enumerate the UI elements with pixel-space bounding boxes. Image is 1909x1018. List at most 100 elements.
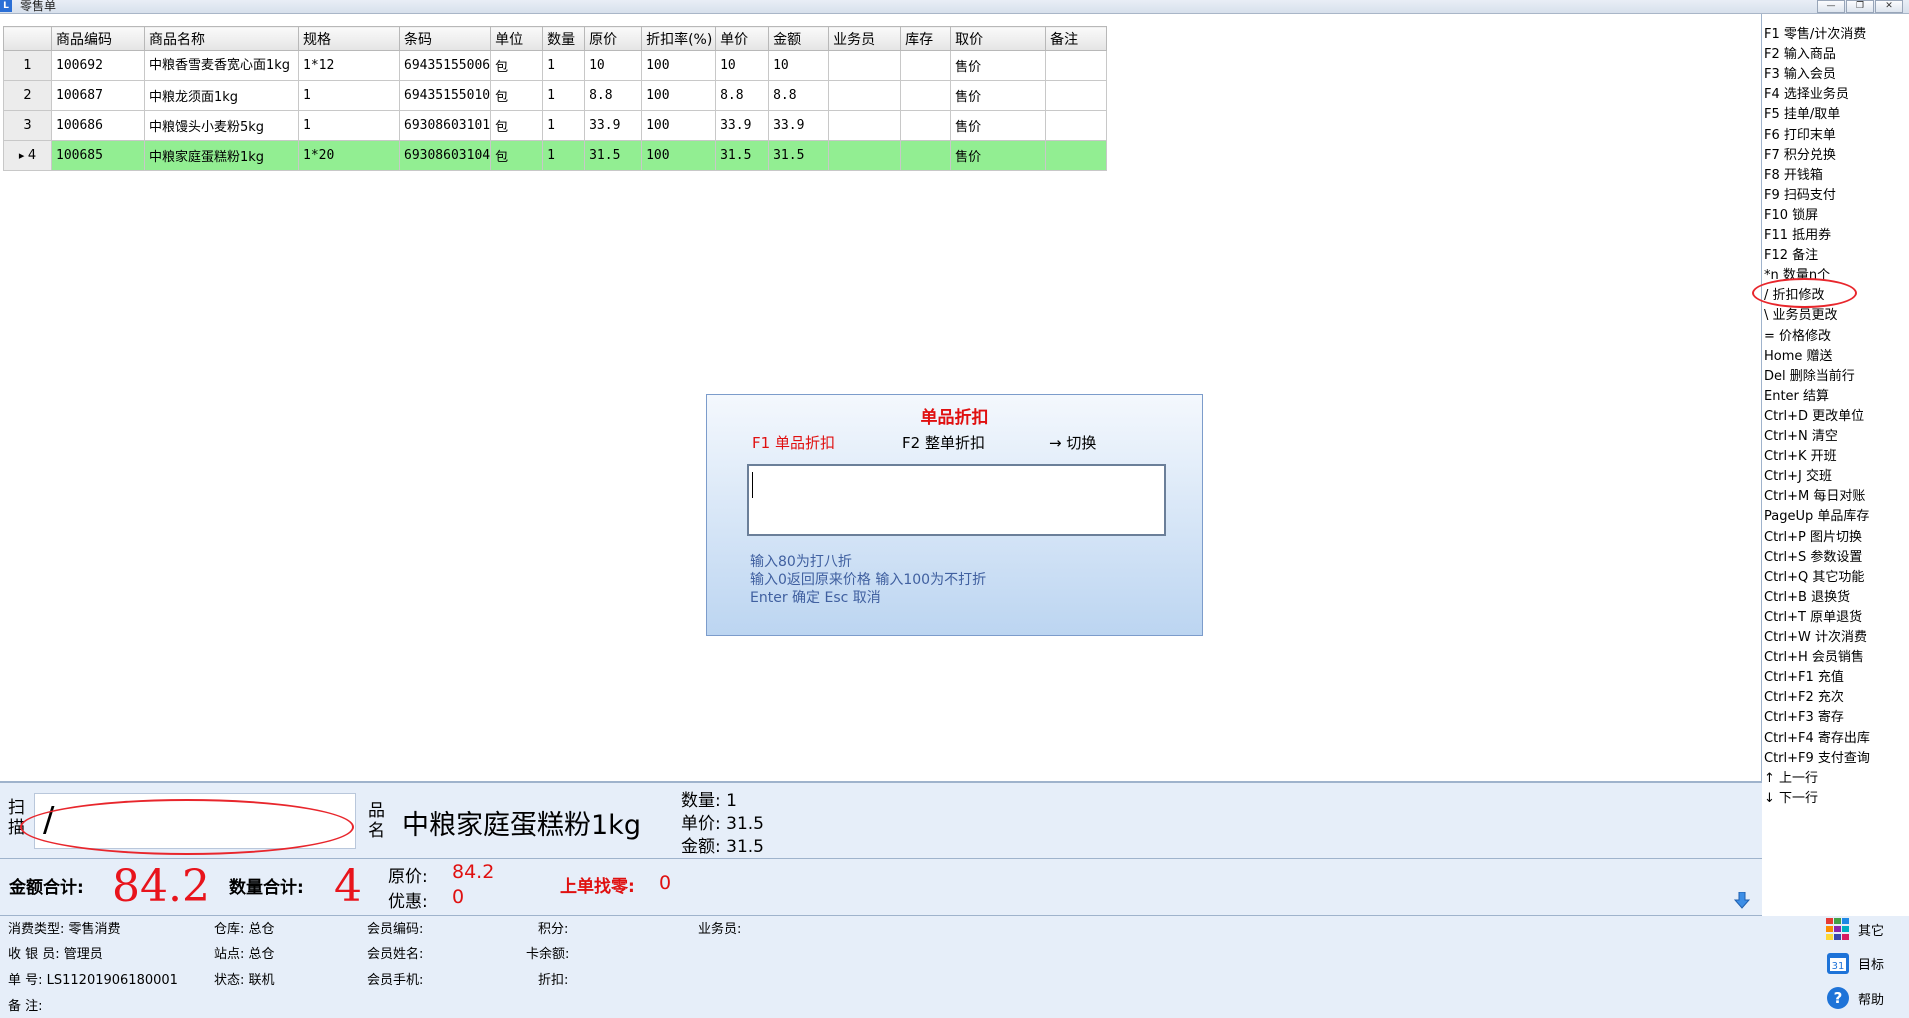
shortcut-item[interactable]: Ctrl+T 原单退货 [1764, 610, 1862, 626]
restore-button[interactable]: ❐ [1846, 0, 1874, 13]
cell-code[interactable]: 100686 [51, 110, 145, 141]
cell-orig[interactable]: 31.5 [584, 140, 643, 171]
help-button[interactable]: ? 帮助 [1826, 986, 1884, 1010]
shortcut-item[interactable]: = 价格修改 [1764, 329, 1831, 345]
close-button[interactable]: ✕ [1875, 0, 1903, 13]
shortcut-item[interactable]: F3 输入会员 [1764, 67, 1836, 83]
shortcut-item[interactable]: F7 积分兑换 [1764, 148, 1836, 164]
shortcut-item[interactable]: Enter 结算 [1764, 389, 1829, 405]
shortcut-item[interactable]: Ctrl+Q 其它功能 [1764, 570, 1864, 586]
shortcut-item[interactable]: Ctrl+F2 充次 [1764, 690, 1844, 706]
cell-spec[interactable]: 1 [298, 110, 400, 141]
cell-pricing[interactable]: 售价 [950, 140, 1047, 171]
shortcut-item[interactable]: Ctrl+B 退换货 [1764, 590, 1850, 606]
shortcut-item[interactable]: Ctrl+H 会员销售 [1764, 650, 1864, 666]
shortcut-item[interactable]: Ctrl+K 开班 [1764, 449, 1837, 465]
table-row[interactable]: 2 100687 中粮龙须面1kg 1 69435155010 包 1 8.8 100 8.8 8.… [3, 80, 1108, 111]
cell-amount[interactable]: 31.5 [768, 140, 830, 171]
cell-note[interactable] [1045, 80, 1108, 111]
target-button[interactable]: 31 目标 [1826, 951, 1884, 975]
table-row[interactable]: 3 100686 中粮馒头小麦粉5kg 1 69308603101 包 1 33.9 100 33… [3, 110, 1108, 141]
column-header[interactable]: 规格 [298, 26, 400, 51]
cell-note[interactable] [1045, 50, 1108, 81]
scan-input[interactable]: / [34, 793, 356, 849]
column-header[interactable]: 条码 [398, 26, 492, 51]
cell-qty[interactable]: 1 [542, 80, 586, 111]
cell-price[interactable]: 33.9 [715, 110, 770, 141]
shortcut-item[interactable]: Ctrl+F3 寄存 [1764, 710, 1844, 726]
shortcut-item[interactable]: Ctrl+P 图片切换 [1764, 530, 1862, 546]
cell-disc[interactable]: 100 [641, 50, 717, 81]
column-header[interactable]: 备注 [1045, 26, 1108, 51]
row-number[interactable]: 3 [3, 110, 52, 141]
cell-spec[interactable]: 1 [298, 80, 400, 111]
cell-amount[interactable]: 10 [768, 50, 830, 81]
shortcut-item[interactable]: F4 选择业务员 [1764, 87, 1849, 103]
row-number[interactable]: ▸ 4 [3, 140, 52, 171]
shortcut-item[interactable]: Ctrl+M 每日对账 [1764, 489, 1865, 505]
cell-unit[interactable]: 包 [490, 110, 544, 141]
shortcut-item[interactable]: *n 数量n个 [1764, 268, 1830, 284]
collapse-arrow-icon[interactable] [1734, 892, 1750, 910]
cell-disc[interactable]: 100 [641, 140, 717, 171]
cell-qty[interactable]: 1 [542, 140, 586, 171]
column-header[interactable]: 原价 [584, 26, 643, 51]
cell-qty[interactable]: 1 [542, 110, 586, 141]
column-header[interactable]: 商品名称 [144, 26, 299, 51]
cell-price[interactable]: 8.8 [715, 80, 770, 111]
cell-disc[interactable]: 100 [641, 80, 717, 111]
cell-amount[interactable]: 8.8 [768, 80, 830, 111]
table-row[interactable]: 1 100692 中粮香雪麦香宽心面1kg 1*12 69435155006 包 1 10 10… [3, 50, 1108, 81]
table-row[interactable]: ▸ 4 100685 中粮家庭蛋糕粉1kg 1*20 69308603104 包 1 31.5… [3, 140, 1108, 171]
shortcut-item[interactable]: F1 零售/计次消费 [1764, 27, 1866, 43]
shortcut-item[interactable]: F9 扫码支付 [1764, 188, 1836, 204]
shortcut-item[interactable]: Del 删除当前行 [1764, 369, 1855, 385]
cell-barcode[interactable]: 69435155006 [398, 50, 492, 81]
shortcut-item[interactable]: Ctrl+J 交班 [1764, 469, 1832, 485]
column-header[interactable]: 单位 [490, 26, 544, 51]
shortcut-item[interactable]: ↓ 下一行 [1764, 791, 1818, 807]
shortcut-item[interactable]: Home 赠送 [1764, 349, 1833, 365]
shortcut-item[interactable]: F6 打印末单 [1764, 128, 1836, 144]
cell-amount[interactable]: 33.9 [768, 110, 830, 141]
column-header[interactable]: 取价 [950, 26, 1047, 51]
cell-note[interactable] [1045, 110, 1108, 141]
shortcut-item[interactable]: Ctrl+N 清空 [1764, 429, 1838, 445]
shortcut-item[interactable]: Ctrl+F4 寄存出库 [1764, 731, 1870, 747]
row-number[interactable]: 1 [3, 50, 52, 81]
column-header[interactable]: 单价 [715, 26, 770, 51]
cell-stock[interactable] [900, 50, 952, 81]
shortcut-item[interactable]: F8 开钱箱 [1764, 168, 1823, 184]
shortcut-item[interactable]: Ctrl+F1 充值 [1764, 670, 1844, 686]
shortcut-item[interactable]: Ctrl+D 更改单位 [1764, 409, 1864, 425]
other-button[interactable]: 其它 [1826, 918, 1884, 940]
cell-salesman[interactable] [828, 80, 902, 111]
shortcut-item[interactable]: F11 抵用券 [1764, 228, 1831, 244]
cell-disc[interactable]: 100 [641, 110, 717, 141]
shortcut-item[interactable]: F5 挂单/取单 [1764, 107, 1840, 123]
cell-note[interactable] [1045, 140, 1108, 171]
shortcut-item[interactable]: F12 备注 [1764, 248, 1818, 264]
shortcut-item[interactable]: ↑ 上一行 [1764, 771, 1818, 787]
cell-name[interactable]: 中粮家庭蛋糕粉1kg [144, 140, 299, 171]
cell-name[interactable]: 中粮馒头小麦粉5kg [144, 110, 299, 141]
column-header[interactable]: 业务员 [828, 26, 902, 51]
shortcut-item[interactable]: F2 输入商品 [1764, 47, 1836, 63]
cell-salesman[interactable] [828, 50, 902, 81]
cell-unit[interactable]: 包 [490, 140, 544, 171]
row-number[interactable]: 2 [3, 80, 52, 111]
cell-qty[interactable]: 1 [542, 50, 586, 81]
shortcut-item[interactable]: \ 业务员更改 [1764, 308, 1838, 324]
cell-name[interactable]: 中粮龙须面1kg [144, 80, 299, 111]
cell-salesman[interactable] [828, 140, 902, 171]
cell-pricing[interactable]: 售价 [950, 110, 1047, 141]
tab-item-discount[interactable]: F1 单品折扣 [752, 432, 835, 453]
cell-pricing[interactable]: 售价 [950, 80, 1047, 111]
shortcut-item[interactable]: / 折扣修改 [1764, 288, 1825, 304]
cell-stock[interactable] [900, 110, 952, 141]
cell-barcode[interactable]: 69308603104 [398, 140, 492, 171]
cell-stock[interactable] [900, 140, 952, 171]
cell-price[interactable]: 10 [715, 50, 770, 81]
cell-unit[interactable]: 包 [490, 50, 544, 81]
shortcut-item[interactable]: Ctrl+F9 支付查询 [1764, 751, 1870, 767]
